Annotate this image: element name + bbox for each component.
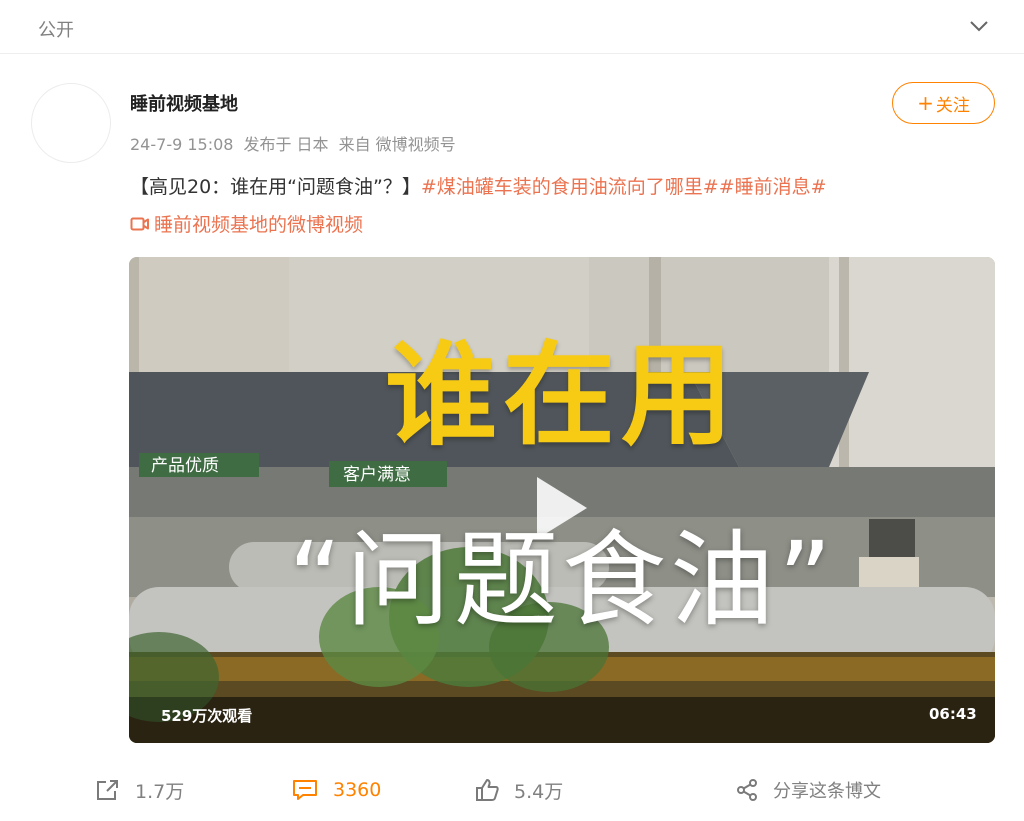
view-count: 529万次观看 (161, 707, 253, 725)
chevron-down-icon[interactable] (968, 18, 990, 34)
forward-count: 1.7万 (135, 780, 185, 803)
share-label: 分享这条博文 (773, 781, 881, 802)
scene-sign-right: 客户满意 (343, 465, 411, 484)
author-name[interactable]: 睡前视频基地 (130, 90, 238, 116)
video-player[interactable]: 产品优质 客户满意 谁在用 “问题食油” 529万次观看 06:43 (129, 257, 995, 743)
comment-button[interactable]: 3360 (291, 770, 381, 810)
visibility-label: 公开 (38, 20, 74, 41)
like-button[interactable]: 5.4万 (474, 770, 563, 810)
action-bar: 1.7万 3360 5.4万 分享这条博文 (0, 770, 1024, 810)
video-title-line2: “问题食油” (288, 519, 836, 641)
hashtag[interactable]: #睡前消息# (719, 176, 827, 198)
avatar[interactable] (31, 83, 111, 163)
forward-button[interactable]: 1.7万 (95, 770, 184, 810)
comment-count: 3360 (333, 779, 382, 801)
comment-icon (293, 780, 317, 800)
like-count: 5.4万 (514, 780, 564, 803)
share-icon (737, 779, 757, 801)
post-meta: 24-7-9 15:08 发布于 日本 来自 微博视频号 (130, 131, 466, 155)
post-source[interactable]: 来自 微博视频号 (339, 135, 456, 154)
like-icon (476, 779, 499, 801)
visibility-bar: 公开 (0, 0, 1024, 54)
post-date[interactable]: 24-7-9 15:08 (130, 135, 233, 154)
video-duration: 06:43 (929, 705, 977, 723)
plus-icon: + (917, 91, 934, 115)
video-source-link[interactable]: 睡前视频基地的微博视频 (130, 210, 363, 237)
video-title-line1: 谁在用 (385, 331, 739, 461)
video-source-label: 睡前视频基地的微博视频 (154, 214, 364, 236)
post-text: 【高见20：谁在用“问题食油”？】#煤油罐车装的食用油流向了哪里##睡前消息# (130, 172, 1000, 202)
follow-button[interactable]: + 关注 (892, 82, 995, 124)
video-camera-icon (130, 217, 149, 230)
share-button[interactable]: 分享这条博文 (735, 770, 881, 810)
follow-label: 关注 (935, 95, 970, 116)
post-headline: 【高见20：谁在用“问题食油”？】 (130, 176, 421, 198)
forward-icon (97, 780, 118, 800)
hashtag[interactable]: #煤油罐车装的食用油流向了哪里# (421, 176, 719, 198)
post-location: 发布于 日本 (243, 135, 329, 154)
